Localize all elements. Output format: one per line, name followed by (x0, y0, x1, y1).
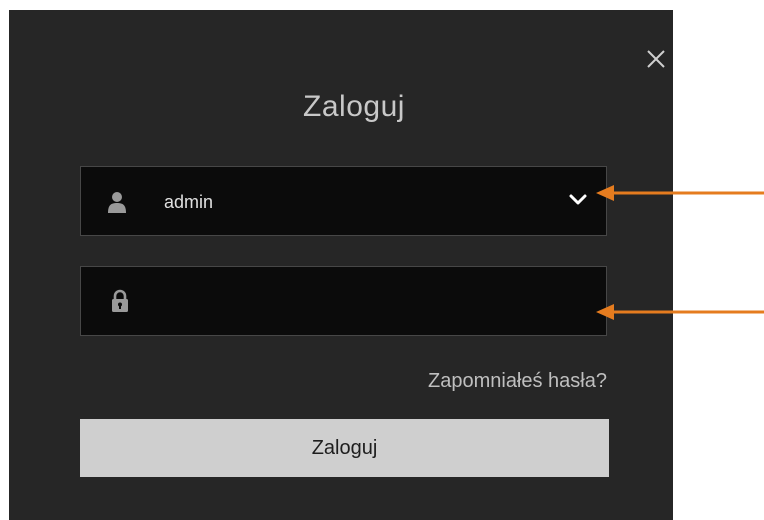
dialog-title: Zaloguj (303, 90, 405, 123)
password-field[interactable] (80, 266, 607, 336)
username-value: admin (164, 192, 214, 212)
username-select[interactable]: admin (80, 166, 607, 236)
user-icon (108, 192, 126, 213)
forgot-password-link[interactable]: Zapomniałeś hasła? (428, 370, 607, 393)
lock-icon (112, 289, 128, 312)
chevron-down-icon[interactable] (568, 193, 588, 207)
annotation-arrow-password (596, 304, 764, 320)
close-icon[interactable] (645, 48, 667, 70)
login-button[interactable]: Zaloguj (80, 419, 609, 477)
annotation-arrow-username (596, 185, 764, 201)
